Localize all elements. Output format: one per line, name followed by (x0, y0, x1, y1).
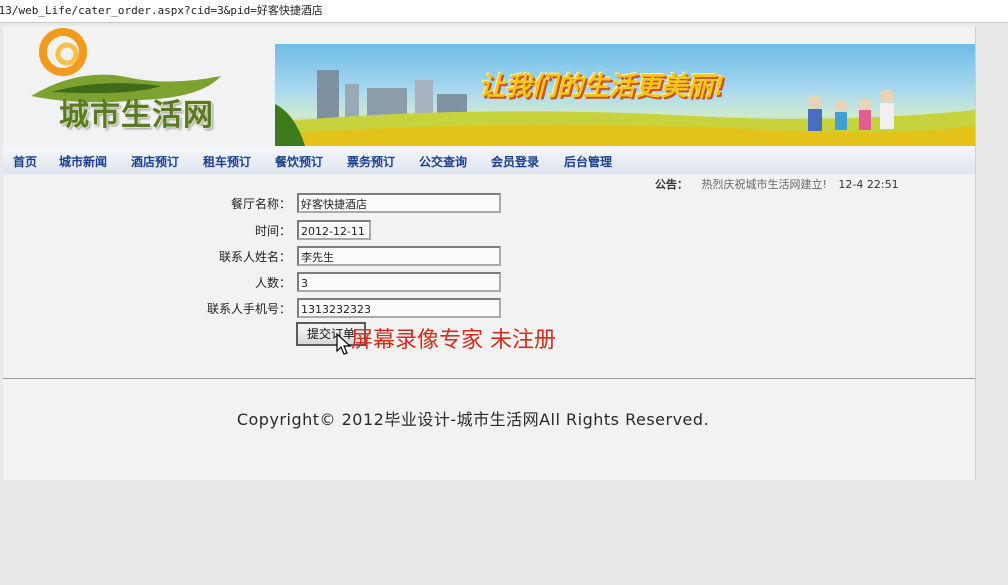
people-count-field[interactable]: 3 (297, 272, 501, 292)
people-count-label: 人数 (254, 276, 279, 290)
hero-banner-image: 让我们的生活更美丽! (275, 44, 975, 146)
restaurant-label: 餐厅名称 (230, 197, 279, 211)
site-logo[interactable]: 城市生活网 (21, 26, 251, 146)
nav-member-login[interactable]: 会员登录 (491, 153, 539, 170)
recorder-watermark: 屏幕录像专家 未注册 (351, 328, 556, 353)
banner-slogan: 让我们的生活更美丽! (479, 72, 725, 102)
nav-ticket-booking[interactable]: 票务预订 (347, 153, 395, 170)
time-label: 时间 (254, 224, 279, 238)
nav-city-news[interactable]: 城市新闻 (59, 153, 107, 170)
nav-bus-query[interactable]: 公交查询 (419, 153, 467, 170)
announcement-message[interactable]: 热烈庆祝城市生活网建立! (702, 178, 827, 191)
phone-label: 联系人手机号 (206, 302, 279, 316)
nav-hotel-booking[interactable]: 酒店预订 (131, 153, 179, 170)
colon: ： (279, 250, 292, 264)
colon: ： (279, 302, 292, 316)
contact-name-label: 联系人姓名 (218, 250, 279, 264)
url-text: 013/web_Life/cater_order.aspx?cid=3&pid=… (0, 4, 323, 17)
time-field[interactable]: 2012-12-11 (297, 220, 371, 240)
nav-admin[interactable]: 后台管理 (564, 153, 612, 170)
time-row: 时间 ： 2012-12-11 (169, 219, 509, 243)
announcement-label: 公告： (655, 178, 688, 191)
restaurant-row: 餐厅名称 ： 好客快捷酒店 (169, 192, 509, 216)
mouse-pointer-icon (336, 333, 352, 355)
footer-divider (3, 378, 975, 379)
site-banner: 城市生活网 让我们的生活更美丽! (3, 26, 975, 148)
phone-row: 联系人手机号 ： 1313232323 (169, 297, 509, 321)
restaurant-name-field[interactable]: 好客快捷酒店 (297, 193, 501, 213)
announcement-time: 12-4 22:51 (838, 178, 899, 191)
nav-home[interactable]: 首页 (13, 153, 37, 170)
web-page: 城市生活网 让我们的生活更美丽! 首页 城市新闻 酒店预订 租车预订 餐饮预订 … (3, 26, 976, 480)
people-row: 人数 ： 3 (169, 271, 509, 295)
nav-dining-booking[interactable]: 餐饮预订 (275, 153, 323, 170)
main-navigation: 首页 城市新闻 酒店预订 租车预订 餐饮预订 票务预订 公交查询 会员登录 后台… (3, 148, 975, 174)
contact-row: 联系人姓名 ： 李先生 (169, 245, 509, 269)
nav-car-rental[interactable]: 租车预订 (203, 153, 251, 170)
copyright-footer: Copyright© 2012毕业设计-城市生活网All Rights Rese… (236, 410, 710, 429)
address-bar[interactable]: 013/web_Life/cater_order.aspx?cid=3&pid=… (0, 0, 1008, 23)
contact-name-field[interactable]: 李先生 (297, 246, 501, 266)
colon: ： (279, 224, 292, 238)
logo-text: 城市生活网 (59, 98, 214, 133)
phone-field[interactable]: 1313232323 (297, 298, 501, 318)
colon: ： (279, 276, 292, 290)
announcement: 公告： 热烈庆祝城市生活网建立! 12-4 22:51 (655, 176, 899, 192)
colon: ： (279, 197, 292, 211)
